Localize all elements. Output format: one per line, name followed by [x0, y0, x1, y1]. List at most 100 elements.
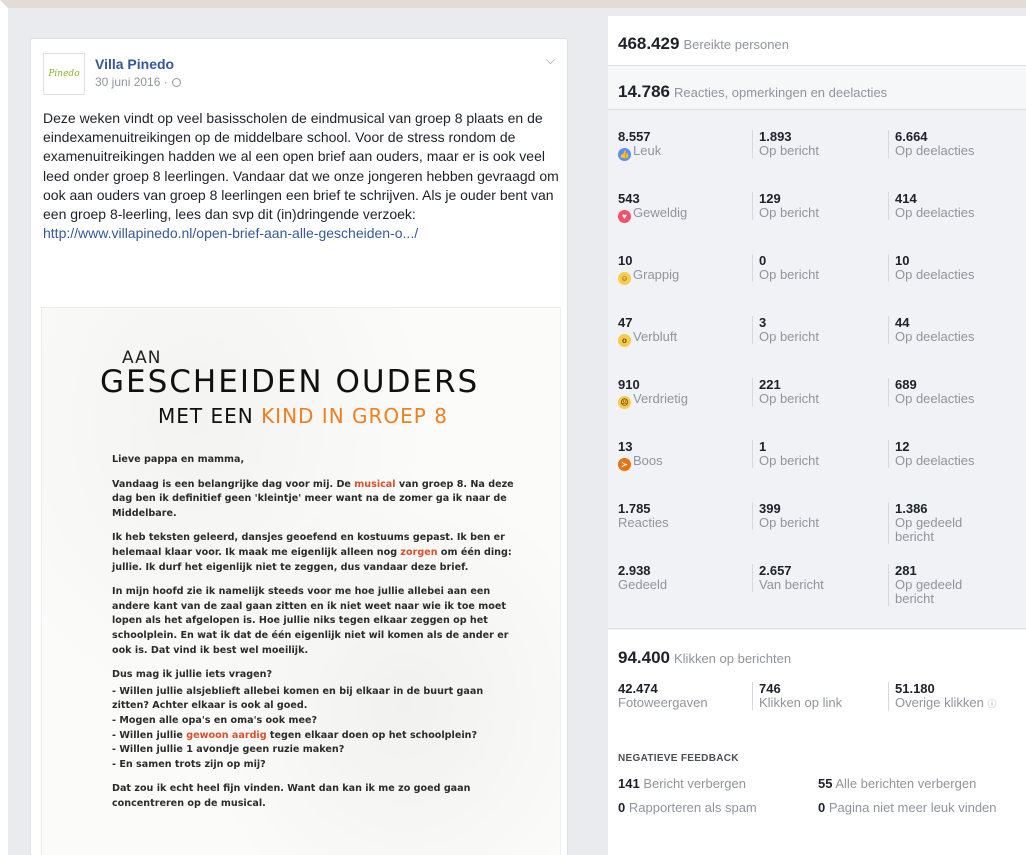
- reaction-total-cell: 543 ♥ Geweldig: [618, 192, 738, 223]
- on-shares-cell-label-wrap: Op deelacties: [895, 268, 998, 282]
- letter-list-item: Willen jullie alsjeblieft allebei komen …: [112, 685, 522, 714]
- on-shares-cell: 689 Op deelacties: [888, 378, 998, 406]
- on-post-cell-label: Van bericht: [759, 577, 824, 592]
- info-icon[interactable]: ⓘ: [988, 699, 997, 709]
- on-shares-cell-label-wrap: Op deelacties: [895, 330, 998, 344]
- on-shares-cell-label: Op deelacties: [895, 205, 975, 220]
- on-shares-cell: 44 Op deelacties: [888, 316, 998, 344]
- like-icon: 👍: [618, 148, 631, 161]
- reaction-total-cell-label: Leuk: [633, 143, 662, 158]
- on-shares-cell-label-wrap: Op deelacties: [895, 206, 998, 220]
- on-post-cell-label-wrap: Op bericht: [759, 454, 872, 468]
- report-spam-label: Rapporteren als spam: [628, 800, 757, 815]
- reaction-total-cell-value: 2.938: [618, 563, 651, 578]
- on-shares-cell-value: 414: [895, 191, 917, 206]
- photo-views-cell: 42.474 Fotoweergaven: [618, 682, 708, 710]
- reaction-total-cell-label: Gedeeld: [618, 577, 668, 592]
- reaction-total-cell-value: 8.557: [618, 129, 651, 144]
- hide-all-value: 55: [818, 776, 833, 791]
- on-post-cell: 1 Op bericht: [752, 440, 872, 468]
- page-name-link[interactable]: Villa Pinedo: [95, 56, 174, 72]
- letter-title: GESCHEIDEN OUDERS: [100, 364, 480, 400]
- on-post-cell-value: 1.893: [759, 129, 792, 144]
- other-clicks-value: 51.180: [895, 681, 935, 696]
- on-shares-cell-label: Op deelacties: [895, 391, 975, 406]
- on-shares-cell-label: Op deelacties: [895, 453, 975, 468]
- reaction-total-cell: 10 ☺ Grappig: [618, 254, 738, 285]
- post-date[interactable]: 30 juni 2016 ·: [95, 75, 168, 89]
- chevron-down-icon[interactable]: ⌵: [546, 53, 555, 68]
- clicks-summary: 94.400 Klikken op berichten: [618, 648, 791, 668]
- letter-p6: Dat zou ik echt heel fijn vinden. Want d…: [112, 783, 471, 809]
- on-shares-cell: 10 Op deelacties: [888, 254, 998, 282]
- letter-subtitle: MET EEN KIND IN GROEP 8: [158, 404, 448, 428]
- engagement-label: Reacties, opmerkingen en deelacties: [674, 85, 888, 100]
- on-post-cell-label: Op bericht: [759, 205, 819, 220]
- on-shares-cell-value: 281: [895, 563, 917, 578]
- post-image-letter[interactable]: AAN GESCHEIDEN OUDERS MET EEN KIND IN GR…: [41, 307, 561, 855]
- on-post-cell-label: Op bericht: [759, 143, 819, 158]
- reaction-total-cell-label-wrap: ☺ Grappig: [618, 268, 738, 285]
- page-avatar[interactable]: Pinedo: [43, 53, 85, 95]
- post-header: Pinedo Villa Pinedo 30 juni 2016 · ⌵: [43, 53, 555, 95]
- letter-p1: Lieve pappa en mamma,: [112, 454, 245, 465]
- wow-icon: o: [618, 334, 631, 347]
- link-clicks-cell: 746 Klikken op link: [752, 682, 882, 710]
- reaction-breakdown: 8.557 👍 Leuk 1.893 Op bericht 6.664 Op deelact…: [608, 109, 1026, 629]
- on-shares-cell-label-wrap: Op deelacties: [895, 392, 998, 406]
- reaction-total-cell-label-wrap: ♥ Geweldig: [618, 206, 738, 223]
- reaction-total-cell-value: 47: [618, 315, 633, 330]
- link-clicks-label: Klikken op link: [759, 695, 843, 710]
- clicks-section: 94.400 Klikken op berichten 42.474 Fotowe…: [608, 630, 1026, 855]
- on-post-cell: 1.893 Op bericht: [752, 130, 872, 158]
- on-shares-cell-label-wrap: Op deelacties: [895, 454, 998, 468]
- on-shares-cell-value: 12: [895, 439, 910, 454]
- on-post-cell-label: Op bericht: [759, 453, 819, 468]
- haha-icon: ☺: [618, 272, 631, 285]
- on-shares-cell: 12 Op deelacties: [888, 440, 998, 468]
- reaction-total-cell: 47 o Verbluft: [618, 316, 738, 347]
- photo-views-value: 42.474: [618, 681, 658, 696]
- on-post-cell: 221 Op bericht: [752, 378, 872, 406]
- hide-post-value: 141: [618, 776, 640, 791]
- on-post-cell-value: 3: [759, 315, 767, 330]
- letter-p2: Vandaag is een belangrijke dag voor mij.…: [112, 478, 522, 522]
- on-post-cell-label: Op bericht: [759, 391, 819, 406]
- reaction-total-cell: 13 ≻ Boos: [618, 440, 738, 471]
- post-link[interactable]: http://www.villapinedo.nl/open-brief-aan…: [43, 224, 561, 243]
- page-logo: Pinedo: [48, 69, 80, 79]
- hide-all-posts-stat: 55 Alle berichten verbergen: [818, 776, 976, 791]
- on-post-cell-value: 221: [759, 377, 781, 392]
- on-shares-cell: 1.386 Op gedeeld bericht: [888, 502, 998, 544]
- on-shares-cell-value: 689: [895, 377, 917, 392]
- on-post-cell-label-wrap: Op bericht: [759, 268, 872, 282]
- on-post-cell-label-wrap: Op bericht: [759, 144, 872, 158]
- reaction-total-cell-label-wrap: Gedeeld: [618, 578, 738, 592]
- post-text: Deze weken vindt op veel basisscholen de…: [43, 109, 561, 243]
- letter-list-item: En samen trots zijn op mij?: [112, 758, 522, 773]
- love-icon: ♥: [618, 210, 631, 223]
- letter-p5: Dus mag ik jullie iets vragen?: [112, 669, 273, 681]
- on-shares-cell-label: Op deelacties: [895, 329, 975, 344]
- letter-body: Lieve pappa en mamma, Vandaag is een bel…: [112, 453, 522, 821]
- on-post-cell-label: Op bericht: [759, 267, 819, 282]
- hide-post-stat: 141 Bericht verbergen: [618, 776, 746, 791]
- reaction-total-cell-label-wrap: ≻ Boos: [618, 454, 738, 471]
- unlike-page-label: Pagina niet meer leuk vinden: [828, 800, 997, 815]
- letter-p4: In mijn hoofd zie ik namelijk steeds voo…: [112, 586, 509, 656]
- hide-post-label: Bericht verbergen: [643, 776, 746, 791]
- on-shares-cell-value: 6.664: [895, 129, 928, 144]
- reaction-total-cell-value: 1.785: [618, 501, 651, 516]
- on-shares-cell: 414 Op deelacties: [888, 192, 998, 220]
- on-shares-cell-value: 1.386: [895, 501, 928, 516]
- letter-p2a: Vandaag is een belangrijke dag voor mij.…: [112, 478, 355, 490]
- negative-feedback-header: NEGATIEVE FEEDBACK: [618, 753, 739, 764]
- reaction-total-cell-label-wrap: o Verbluft: [618, 330, 738, 347]
- reaction-total-cell: 8.557 👍 Leuk: [618, 130, 738, 161]
- reaction-total-cell-label: Verbluft: [633, 329, 678, 344]
- on-post-cell-label-wrap: Op bericht: [759, 330, 872, 344]
- report-spam-value: 0: [618, 800, 626, 815]
- on-post-cell: 129 Op bericht: [752, 192, 872, 220]
- on-post-cell-label: Op bericht: [759, 329, 819, 344]
- letter-li3a: Willen jullie: [119, 729, 187, 741]
